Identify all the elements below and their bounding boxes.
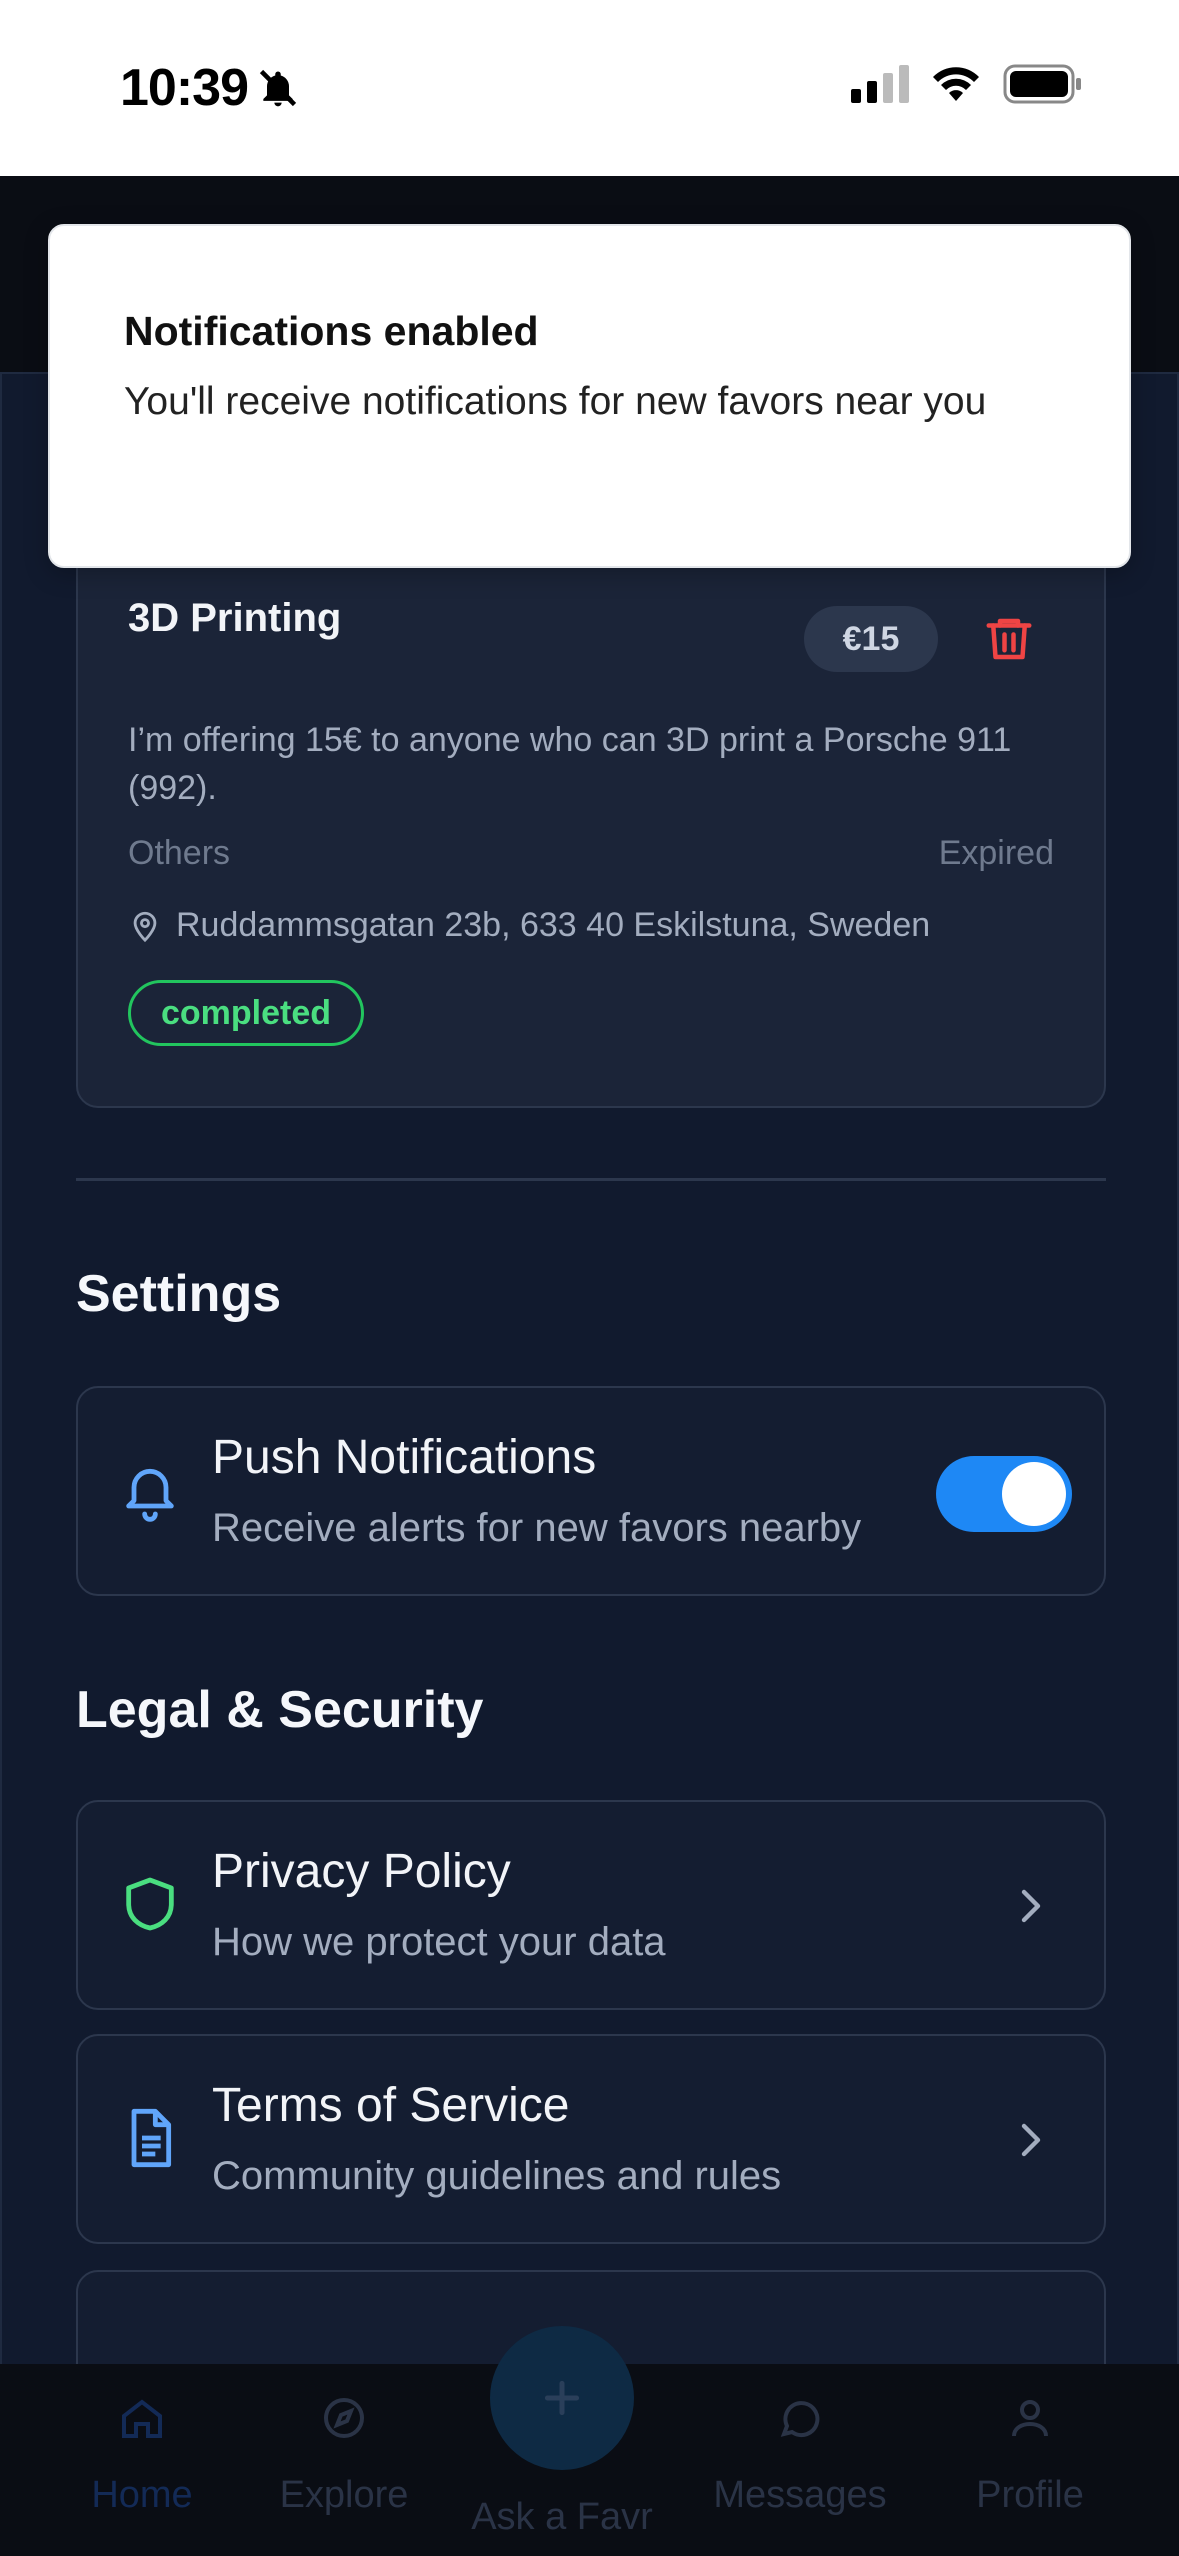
favor-expiry: Expired bbox=[938, 834, 1054, 872]
privacy-policy-subtitle: How we protect your data bbox=[212, 1920, 666, 1964]
nav-explore-label: Explore bbox=[279, 2474, 409, 2516]
price-badge: €15 bbox=[804, 606, 938, 672]
status-badge: completed bbox=[128, 980, 365, 1046]
chat-icon bbox=[780, 2401, 820, 2438]
clock: 10:39 bbox=[120, 59, 249, 117]
status-indicators bbox=[851, 64, 1083, 104]
nav-messages-label: Messages bbox=[713, 2474, 887, 2516]
terms-of-service-row[interactable]: Terms of Service Community guidelines an… bbox=[76, 2034, 1106, 2244]
battery-icon bbox=[1003, 64, 1081, 104]
wifi-icon bbox=[933, 67, 979, 101]
push-notifications-title: Push Notifications bbox=[212, 1431, 597, 1484]
toast-notification[interactable]: Notifications enabled You'll receive not… bbox=[48, 224, 1131, 568]
signal-icon bbox=[851, 65, 909, 103]
settings-heading: Settings bbox=[76, 1265, 282, 1323]
user-icon bbox=[1012, 2400, 1048, 2437]
favor-description: I’m offering 15€ to anyone who can 3D pr… bbox=[128, 721, 1012, 807]
terms-of-service-title: Terms of Service bbox=[212, 2079, 570, 2132]
bell-muted-icon bbox=[259, 69, 297, 107]
nav-home-label: Home bbox=[91, 2474, 193, 2516]
home-icon bbox=[122, 2399, 162, 2438]
legal-heading: Legal & Security bbox=[76, 1681, 484, 1739]
profile-content[interactable]: 3D Printing €15 I’m offering 15€ to anyo… bbox=[0, 372, 1179, 2364]
nav-profile-label: Profile bbox=[976, 2474, 1084, 2516]
terms-of-service-subtitle: Community guidelines and rules bbox=[212, 2154, 782, 2198]
chevron-right-icon bbox=[1021, 1889, 1041, 1923]
trash-icon[interactable] bbox=[982, 612, 1036, 666]
toggle-knob bbox=[1002, 1462, 1066, 1526]
compass-icon bbox=[324, 2398, 364, 2438]
push-notifications-row[interactable]: Push Notifications Receive alerts for ne… bbox=[76, 1386, 1106, 1596]
ask-a-favr-label: Ask a Favr bbox=[471, 2496, 653, 2538]
nav-profile[interactable]: Profile bbox=[930, 2364, 1130, 2556]
toast-body: You'll receive notifications for new fav… bbox=[124, 380, 987, 423]
nav-explore[interactable]: Explore bbox=[244, 2364, 444, 2556]
privacy-policy-title: Privacy Policy bbox=[212, 1845, 511, 1898]
push-notifications-toggle[interactable] bbox=[936, 1456, 1072, 1532]
favor-title: 3D Printing bbox=[128, 596, 342, 640]
location-text: Ruddammsgatan 23b, 633 40 Eskilstuna, Sw… bbox=[176, 906, 931, 944]
favor-category: Others bbox=[128, 834, 231, 872]
nav-home[interactable]: Home bbox=[42, 2364, 242, 2556]
plus-icon bbox=[544, 2380, 580, 2416]
divider bbox=[76, 1178, 1106, 1181]
bell-icon bbox=[126, 1468, 174, 1522]
push-notifications-subtitle: Receive alerts for new favors nearby bbox=[212, 1506, 862, 1550]
status-time: 10:39 bbox=[120, 58, 300, 118]
status-bar: 10:39 bbox=[0, 0, 1179, 176]
privacy-policy-row[interactable]: Privacy Policy How we protect your data bbox=[76, 1800, 1106, 2010]
favor-location: Ruddammsgatan 23b, 633 40 Eskilstuna, Sw… bbox=[128, 906, 930, 945]
toast-title: Notifications enabled bbox=[124, 308, 539, 354]
nav-messages[interactable]: Messages bbox=[700, 2364, 900, 2556]
location-pin-icon bbox=[133, 911, 157, 942]
bottom-navigation: Home Explore Ask a Favr Messages Profile bbox=[0, 2326, 1179, 2556]
chevron-right-icon bbox=[1021, 2123, 1041, 2157]
ask-a-favr-button[interactable] bbox=[490, 2326, 634, 2470]
shield-icon bbox=[126, 1877, 174, 1931]
document-icon bbox=[131, 2108, 172, 2168]
